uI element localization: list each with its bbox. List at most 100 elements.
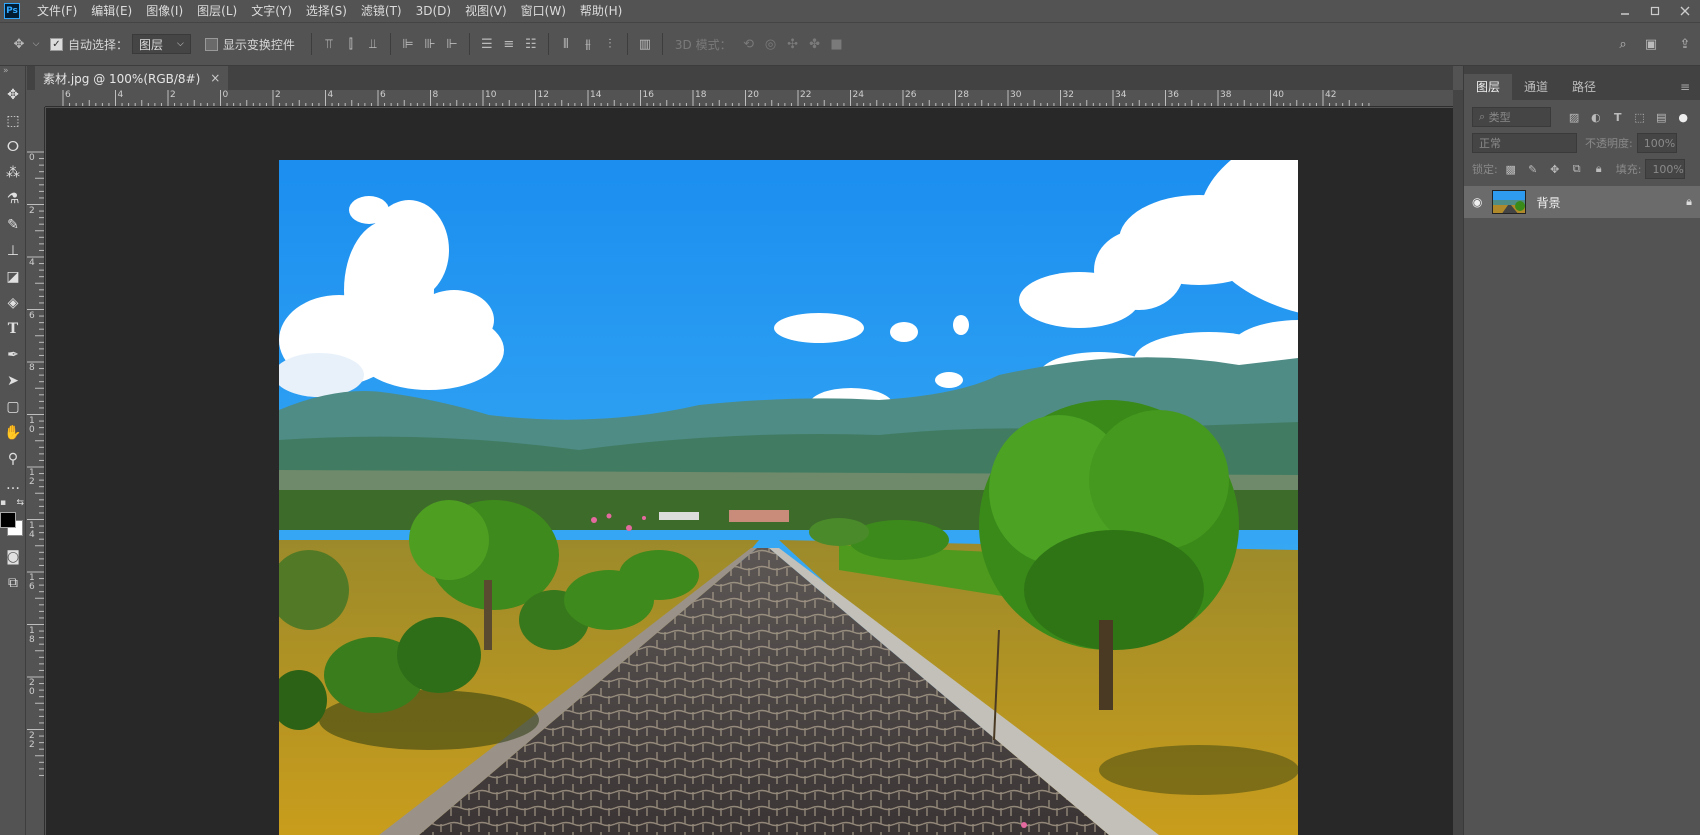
tab-channels[interactable]: 通道 bbox=[1512, 74, 1560, 100]
3d-pan-icon[interactable]: ✣ bbox=[782, 33, 804, 55]
menu-help[interactable]: 帮助(H) bbox=[573, 0, 629, 22]
foreground-color-swatch[interactable] bbox=[0, 512, 16, 528]
ruler-label: 1 8 bbox=[29, 625, 35, 645]
maximize-button[interactable] bbox=[1640, 0, 1670, 22]
menu-3d[interactable]: 3D(D) bbox=[409, 0, 458, 22]
lock-artboard-icon[interactable]: ⧉ bbox=[1568, 160, 1586, 178]
lock-transparent-icon[interactable]: ▩ bbox=[1502, 160, 1520, 178]
filter-pixel-icon[interactable]: ▨ bbox=[1565, 108, 1583, 126]
layer-row[interactable]: ◉ 背景 🔒︎ bbox=[1464, 186, 1700, 218]
menu-edit[interactable]: 编辑(E) bbox=[84, 0, 139, 22]
screen-mode-icon[interactable]: ⧉ bbox=[0, 570, 26, 596]
hand-tool-icon[interactable]: ✋ bbox=[0, 420, 26, 446]
eye-visibility-icon[interactable]: ◉ bbox=[1472, 195, 1482, 209]
auto-align-icon[interactable]: ▥ bbox=[634, 33, 656, 55]
quick-mask-icon[interactable]: ◙ bbox=[0, 544, 26, 570]
pen-tool-icon[interactable]: ✒ bbox=[0, 342, 26, 368]
show-transform-checkbox[interactable] bbox=[204, 37, 218, 51]
search-icon[interactable]: ⌕ bbox=[1612, 33, 1634, 55]
panel-header bbox=[1464, 66, 1700, 74]
filter-smart-object-icon[interactable]: ▤ bbox=[1652, 108, 1670, 126]
minimize-button[interactable] bbox=[1610, 0, 1640, 22]
document-tab[interactable]: 素材.jpg @ 100%(RGB/8#) × bbox=[35, 66, 229, 90]
panel-tabs: 图层 通道 路径 ≡ bbox=[1464, 74, 1700, 100]
align-left-icon[interactable]: ⊫ bbox=[397, 33, 419, 55]
marquee-tool-icon[interactable]: ⬚ bbox=[0, 108, 26, 134]
shape-tool-icon[interactable]: ▢ bbox=[0, 394, 26, 420]
paint-bucket-tool-icon[interactable]: ◈ bbox=[0, 290, 26, 316]
brush-tool-icon[interactable]: ✎ bbox=[0, 212, 26, 238]
vertical-scrollbar[interactable] bbox=[1453, 90, 1463, 835]
3d-slide-icon[interactable]: ✤ bbox=[804, 33, 826, 55]
3d-rotate-icon[interactable]: ⟲ bbox=[738, 33, 760, 55]
distribute-right-icon[interactable]: ⫶ bbox=[599, 33, 621, 55]
menu-image[interactable]: 图像(I) bbox=[139, 0, 190, 22]
divider bbox=[661, 33, 663, 55]
share-icon[interactable]: ⇪ bbox=[1674, 33, 1696, 55]
3d-scale-icon[interactable]: ■ bbox=[826, 33, 848, 55]
tab-paths[interactable]: 路径 bbox=[1560, 74, 1608, 100]
lasso-tool-icon[interactable]: ⵔ bbox=[0, 134, 26, 160]
document-image[interactable] bbox=[279, 160, 1298, 835]
align-bottom-icon[interactable]: ⫫ bbox=[362, 33, 384, 55]
menu-window[interactable]: 窗口(W) bbox=[514, 0, 573, 22]
path-select-tool-icon[interactable]: ➤ bbox=[0, 368, 26, 394]
ruler-vertical[interactable]: 0 2 4 6 8 1 0 1 2 1 4 1 6 1 8 2 0 2 2 bbox=[27, 107, 45, 835]
blend-mode-dropdown[interactable]: 正常 bbox=[1472, 133, 1577, 153]
layer-name[interactable]: 背景 bbox=[1536, 194, 1560, 211]
ruler-label: 1 4 bbox=[29, 520, 35, 540]
collapse-toolbox-icon[interactable]: » bbox=[0, 66, 25, 82]
menu-view[interactable]: 视图(V) bbox=[458, 0, 514, 22]
opacity-field[interactable]: 100% bbox=[1636, 133, 1677, 153]
magic-wand-tool-icon[interactable]: ⁂ bbox=[0, 160, 26, 186]
menu-select[interactable]: 选择(S) bbox=[299, 0, 354, 22]
ruler-label: 1 6 bbox=[29, 573, 35, 592]
distribute-top-icon[interactable]: ☰ bbox=[476, 33, 498, 55]
distribute-left-icon[interactable]: ⫴ bbox=[555, 33, 577, 55]
filter-shape-icon[interactable]: ⬚ bbox=[1631, 108, 1649, 126]
align-hcenter-icon[interactable]: ⊪ bbox=[419, 33, 441, 55]
distribute-bottom-icon[interactable]: ☷ bbox=[520, 33, 542, 55]
move-tool-icon[interactable]: ✥ bbox=[8, 33, 30, 55]
auto-select-checkbox[interactable]: ✓ bbox=[50, 37, 63, 51]
menu-filter[interactable]: 滤镜(T) bbox=[354, 0, 409, 22]
landscape-photo bbox=[279, 160, 1298, 835]
default-colors-icon[interactable]: ▪ bbox=[0, 498, 6, 508]
color-swatches[interactable]: ▪ ⇆ bbox=[0, 498, 26, 544]
type-tool-icon[interactable]: T bbox=[0, 316, 26, 342]
fill-field[interactable]: 100% bbox=[1645, 159, 1686, 179]
lock-all-icon[interactable]: 🔒︎ bbox=[1590, 160, 1608, 178]
filter-adjustment-icon[interactable]: ◐ bbox=[1587, 108, 1605, 126]
zoom-tool-icon[interactable]: ⚲ bbox=[0, 446, 26, 472]
distribute-vcenter-icon[interactable]: ≡ bbox=[498, 33, 520, 55]
filter-toggle-icon[interactable]: ● bbox=[1674, 108, 1692, 126]
swap-colors-icon[interactable]: ⇆ bbox=[16, 498, 24, 508]
layer-filter-dropdown[interactable]: ⌕ 类型 bbox=[1472, 107, 1552, 127]
menu-layer[interactable]: 图层(L) bbox=[190, 0, 244, 22]
tab-layers[interactable]: 图层 bbox=[1464, 74, 1513, 100]
align-vcenter-icon[interactable]: ⫿ bbox=[340, 33, 362, 55]
panel-menu-icon[interactable]: ≡ bbox=[1680, 74, 1700, 100]
workspace-icon[interactable]: ▣ bbox=[1640, 33, 1662, 55]
auto-select-target-dropdown[interactable]: 图层 ⌵ bbox=[132, 34, 191, 54]
stamp-tool-icon[interactable]: ⊥ bbox=[0, 238, 26, 264]
ruler-label: 8 bbox=[29, 363, 35, 373]
filter-type-icon[interactable]: T bbox=[1609, 108, 1627, 126]
align-right-icon[interactable]: ⊩ bbox=[441, 33, 463, 55]
3d-roll-icon[interactable]: ◎ bbox=[760, 33, 782, 55]
ruler-horizontal[interactable]: 6 4 2 0 2 4 6 8 10 12 14 16 18 20 22 24 26 28 30 32 34 36 38 40… bbox=[45, 90, 1453, 107]
close-tab-icon[interactable]: × bbox=[210, 71, 220, 85]
align-top-icon[interactable]: ⫪ bbox=[318, 33, 340, 55]
tool-preset-dropdown-icon[interactable]: ⌵ bbox=[30, 33, 42, 55]
menu-file[interactable]: 文件(F) bbox=[30, 0, 84, 22]
lock-position-icon[interactable]: ✥ bbox=[1546, 160, 1564, 178]
distribute-hcenter-icon[interactable]: ⫵ bbox=[577, 33, 599, 55]
move-tool-icon[interactable]: ✥ bbox=[0, 82, 26, 108]
menu-type[interactable]: 文字(Y) bbox=[244, 0, 299, 22]
more-tools-icon[interactable]: … bbox=[0, 472, 26, 498]
close-window-button[interactable] bbox=[1670, 0, 1700, 22]
canvas-area[interactable] bbox=[46, 108, 1453, 835]
eyedropper-tool-icon[interactable]: ⚗ bbox=[0, 186, 26, 212]
eraser-tool-icon[interactable]: ◪ bbox=[0, 264, 26, 290]
lock-image-icon[interactable]: ✎ bbox=[1524, 160, 1542, 178]
